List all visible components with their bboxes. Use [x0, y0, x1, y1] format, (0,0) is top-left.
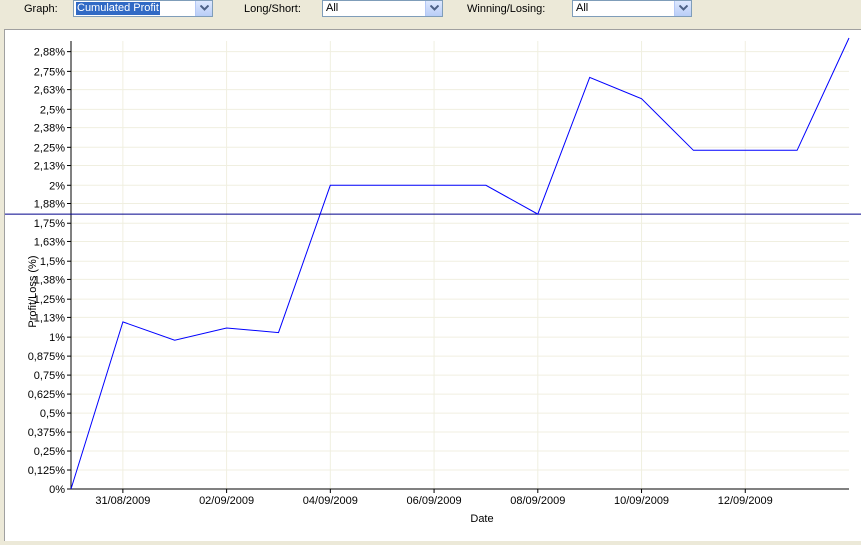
chart-frame: 0% 0,125% 0,25% 0,375% 0,5% 0,625% 0,75% 0,875%… [4, 29, 861, 541]
plot-area [71, 41, 849, 489]
graph-select-value: Cumulated Profit [76, 2, 160, 15]
y-tick-label: 0% [49, 484, 65, 496]
graph-select[interactable]: Cumulated Profit [73, 0, 213, 17]
x-tick-label: 31/08/2009 [95, 495, 150, 507]
y-tick-label: 2,5% [40, 104, 65, 116]
x-tick-label: 06/09/2009 [407, 495, 462, 507]
chevron-down-icon[interactable] [195, 1, 212, 16]
y-tick-label: 1% [49, 332, 65, 344]
y-tick-label: 0,75% [34, 370, 65, 382]
y-tick-label: 2,13% [34, 161, 65, 173]
y-axis-title: Profit/Loss (%) [27, 256, 39, 328]
y-tick-label: 2,88% [34, 47, 65, 59]
y-tick-label: 0,5% [40, 408, 65, 420]
long-short-label: Long/Short: [244, 3, 301, 15]
x-tick-label: 04/09/2009 [303, 495, 358, 507]
y-tick-label: 2,38% [34, 123, 65, 135]
y-tick-label: 2% [49, 180, 65, 192]
y-tick-label: 0,125% [28, 465, 66, 477]
x-tick-label: 08/09/2009 [510, 495, 565, 507]
y-tick-label: 0,875% [28, 351, 66, 363]
winning-losing-select[interactable]: All [572, 0, 692, 17]
y-tick-label: 0,625% [28, 389, 66, 401]
y-tick-label: 2,25% [34, 142, 65, 154]
x-tick-label: 02/09/2009 [199, 495, 254, 507]
y-tick-label: 1,63% [34, 236, 65, 248]
winning-losing-label: Winning/Losing: [467, 3, 546, 15]
y-tick-label: 1,5% [40, 256, 65, 268]
y-tick-label: 2,63% [34, 85, 65, 97]
chevron-down-icon[interactable] [425, 1, 442, 16]
y-tick-label: 2,75% [34, 66, 65, 78]
y-tick-label: 1,75% [34, 218, 65, 230]
long-short-select-value: All [326, 2, 339, 14]
x-axis-title: Date [470, 513, 493, 525]
long-short-select[interactable]: All [322, 0, 443, 17]
toolbar: Graph: Cumulated Profit Long/Short: All … [0, 0, 861, 22]
x-tick-label: 12/09/2009 [718, 495, 773, 507]
graph-label: Graph: [24, 3, 58, 15]
profit-chart: 0% 0,125% 0,25% 0,375% 0,5% 0,625% 0,75% 0,875%… [5, 37, 861, 525]
x-tick-label: 10/09/2009 [614, 495, 669, 507]
y-tick-label: 0,25% [34, 446, 65, 458]
chevron-down-icon[interactable] [674, 1, 691, 16]
y-tick-label: 0,375% [28, 427, 66, 439]
y-tick-label: 1,88% [34, 198, 65, 210]
winning-losing-select-value: All [576, 2, 589, 14]
